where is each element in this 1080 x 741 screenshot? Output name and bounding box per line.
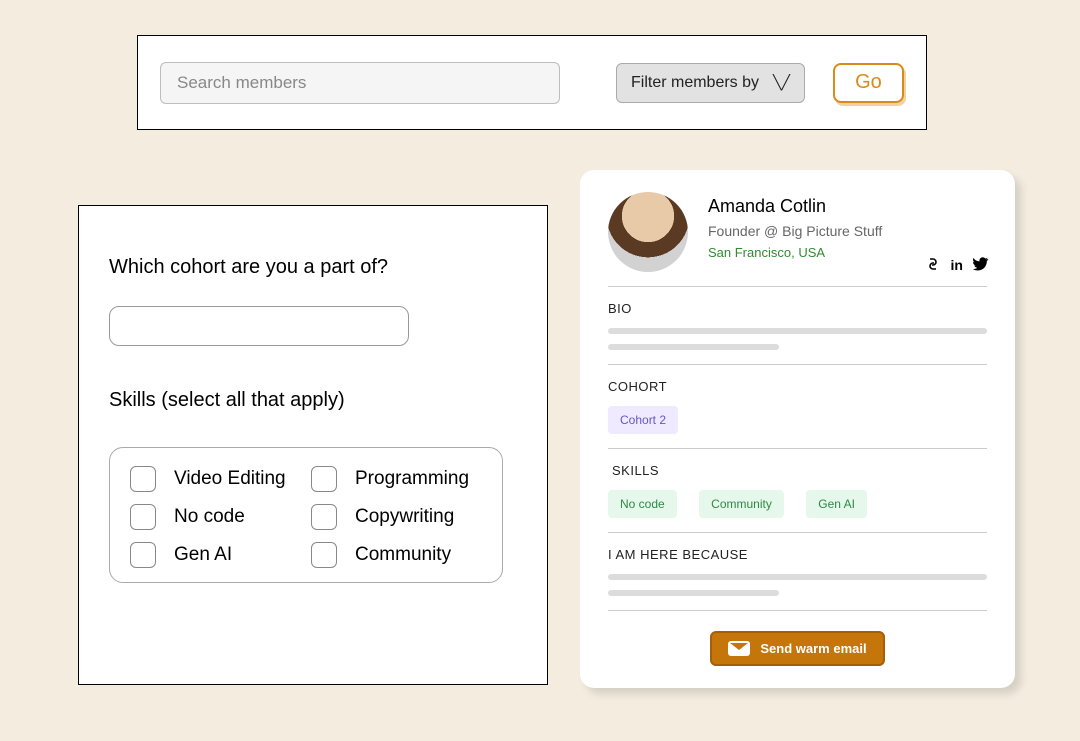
- filter-members-label: Filter members by: [631, 74, 759, 92]
- checkbox-icon[interactable]: [311, 504, 337, 530]
- link-icon[interactable]: [925, 257, 941, 274]
- checkbox-icon[interactable]: [130, 466, 156, 492]
- checkbox-icon[interactable]: [311, 542, 337, 568]
- cohort-title: COHORT: [608, 379, 987, 394]
- skill-option[interactable]: Programming: [311, 466, 482, 492]
- skills-box: Video Editing Programming No code Copywr…: [109, 447, 503, 583]
- profile-location: San Francisco, USA: [708, 245, 882, 260]
- checkbox-icon[interactable]: [130, 504, 156, 530]
- twitter-icon[interactable]: [973, 257, 989, 274]
- skill-option[interactable]: Copywriting: [311, 504, 482, 530]
- checkbox-icon[interactable]: [130, 542, 156, 568]
- search-bar: Filter members by ╲╱ Go: [137, 35, 927, 130]
- cohort-question-label: Which cohort are you a part of?: [109, 256, 517, 279]
- skill-option[interactable]: No code: [130, 504, 301, 530]
- avatar: [608, 192, 688, 272]
- go-button[interactable]: Go: [833, 63, 904, 103]
- search-input[interactable]: [160, 62, 560, 104]
- chevron-down-icon: ╲╱: [773, 74, 790, 91]
- skill-label: Copywriting: [355, 506, 454, 528]
- profile-name: Amanda Cotlin: [708, 196, 882, 217]
- skill-label: Gen AI: [174, 544, 232, 566]
- skill-option[interactable]: Gen AI: [130, 542, 301, 568]
- cohort-input[interactable]: [109, 306, 409, 346]
- skill-label: No code: [174, 506, 245, 528]
- send-label: Send warm email: [760, 641, 866, 656]
- skill-label: Video Editing: [174, 468, 286, 490]
- profile-card: Amanda Cotlin Founder @ Big Picture Stuf…: [580, 170, 1015, 688]
- skills-question-label: Skills (select all that apply): [109, 389, 517, 412]
- skill-label: Community: [355, 544, 451, 566]
- skill-badge: No code: [608, 490, 677, 518]
- skills-title: SKILLS: [612, 463, 987, 478]
- here-because-title: I AM HERE BECAUSE: [608, 547, 987, 562]
- cohort-badge: Cohort 2: [608, 406, 678, 434]
- profile-role: Founder @ Big Picture Stuff: [708, 223, 882, 239]
- send-warm-email-button[interactable]: Send warm email: [710, 631, 884, 666]
- skill-badge: Gen AI: [806, 490, 867, 518]
- placeholder-line: [608, 344, 779, 350]
- skill-badge: Community: [699, 490, 784, 518]
- checkbox-icon[interactable]: [311, 466, 337, 492]
- skill-label: Programming: [355, 468, 469, 490]
- profile-header: Amanda Cotlin Founder @ Big Picture Stuf…: [608, 192, 987, 272]
- skill-option[interactable]: Video Editing: [130, 466, 301, 492]
- bio-title: BIO: [608, 301, 987, 316]
- onboarding-form: Which cohort are you a part of? Skills (…: [78, 205, 548, 685]
- mail-icon: [728, 641, 750, 656]
- skill-option[interactable]: Community: [311, 542, 482, 568]
- placeholder-line: [608, 574, 987, 580]
- placeholder-line: [608, 328, 987, 334]
- placeholder-line: [608, 590, 779, 596]
- linkedin-icon[interactable]: in: [951, 257, 963, 274]
- filter-members-dropdown[interactable]: Filter members by ╲╱: [616, 63, 805, 103]
